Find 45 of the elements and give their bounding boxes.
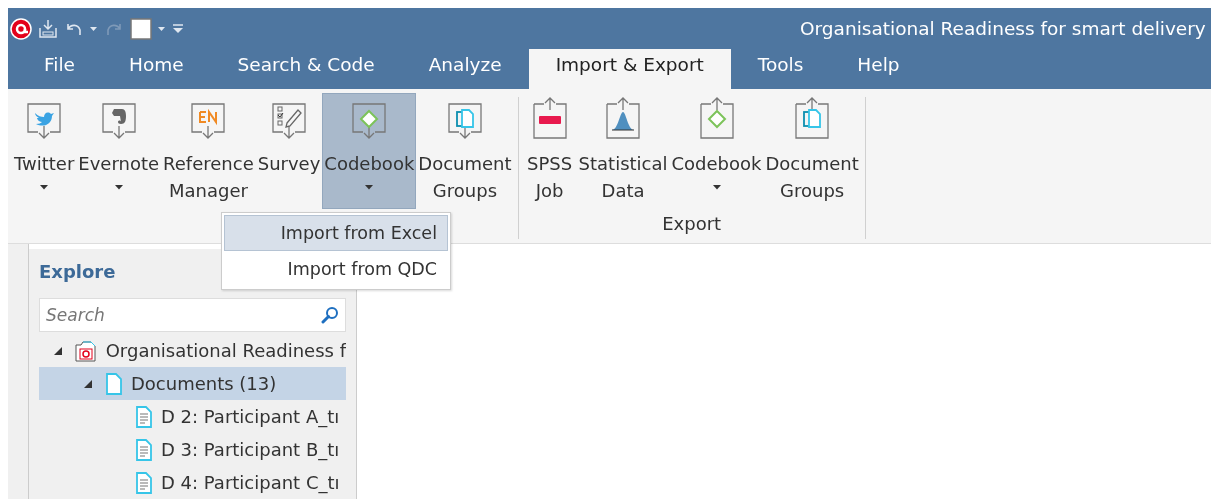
ribbon-button[interactable]: Reference Manager [161,93,256,210]
project-icon [73,338,98,363]
tree-item[interactable]: D 2: Participant A_tı [39,400,346,433]
ribbon-tab[interactable]: Help [830,49,927,90]
tree-item[interactable]: D 4: Participant C_tı [39,466,346,499]
ribbon-tab[interactable]: Search & Code [210,49,402,90]
ribbon-button[interactable]: Document Groups [763,93,861,210]
text-document-icon [135,471,153,494]
tree-label: Documents (13) [131,373,277,394]
ribbon-tab[interactable]: Tools [730,49,831,90]
ribbon-button[interactable]: Statistical Data [576,93,670,210]
window-icon[interactable] [130,17,152,40]
tree-label: D 2: Participant A_tı [161,406,340,427]
text-document-icon [135,438,153,461]
tree-item[interactable]: Documents (13) [39,367,346,400]
document-icon [105,372,123,395]
ribbon-button[interactable]: Evernote [76,93,162,210]
ribbon-button[interactable]: Codebook [669,93,764,210]
collapse-arrow-icon[interactable] [53,345,63,356]
collapse-arrow-icon[interactable] [83,378,93,389]
tree-label: D 4: Participant C_tı [161,472,340,493]
tree-label: Organisational Readiness f [105,340,346,361]
menu-item[interactable]: Import from QDC [224,251,448,287]
group-label: Export [661,213,723,236]
save-icon[interactable] [38,18,58,39]
text-document-icon [135,405,153,428]
tree-item[interactable]: Organisational Readiness f [39,334,346,367]
ribbon-tab[interactable]: Home [101,49,211,90]
ribbon-tab[interactable]: Analyze [401,49,529,90]
customize-toolbar-icon[interactable] [172,23,184,34]
app-logo-icon[interactable] [10,17,32,40]
tree-item[interactable]: D 3: Participant B_tı [39,433,346,466]
caret-icon[interactable] [158,25,166,32]
ribbon-tab[interactable]: File [17,49,102,90]
ribbon-button[interactable]: Document Groups [416,93,514,210]
tree-label: D 3: Participant B_tı [161,439,340,460]
ribbon-button[interactable]: SPSS Job [522,93,577,210]
panel-title: Explore [39,261,116,282]
caret-icon[interactable] [90,25,98,32]
ribbon-button[interactable]: Codebook [322,93,417,210]
ribbon-tab[interactable]: Import & Export [528,49,731,90]
ribbon-button[interactable]: Twitter [12,93,77,210]
menu-item[interactable]: Import from Excel [224,215,448,251]
ribbon-button[interactable]: Survey [255,93,323,210]
window-title: Organisational Readiness for smart delivery [800,18,1206,40]
